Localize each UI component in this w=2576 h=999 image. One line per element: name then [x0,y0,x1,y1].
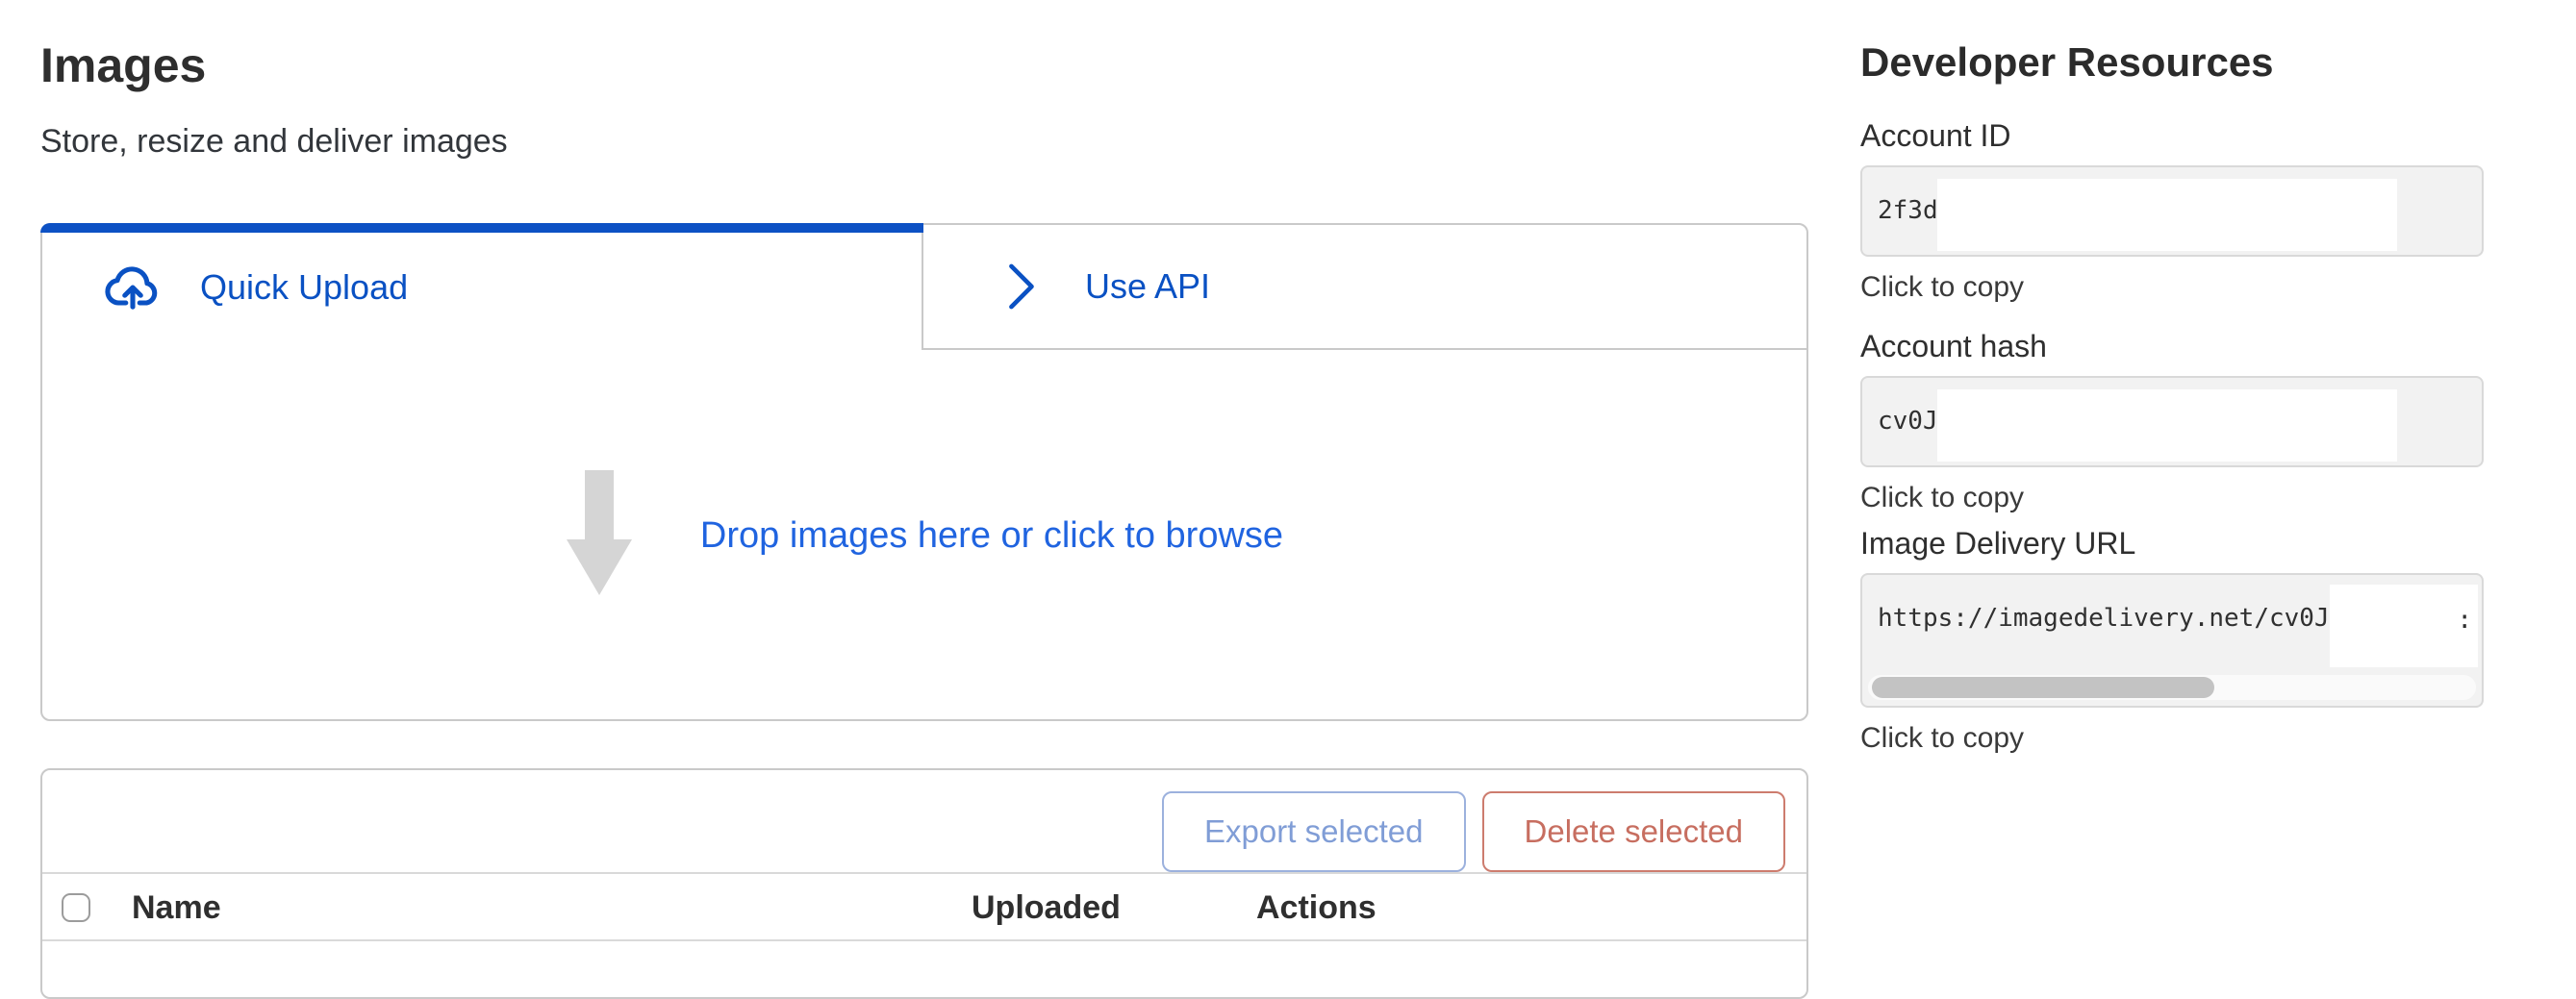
redaction-overlay [1937,179,2397,251]
tab-use-api-label: Use API [1085,266,1210,307]
drop-zone-label: Drop images here or click to browse [700,515,1283,557]
column-header-name: Name [132,889,221,927]
account-hash-label: Account hash [1860,328,2495,364]
export-selected-button[interactable]: Export selected [1162,791,1465,872]
account-id-value-box[interactable]: 2f3d [1860,165,2484,257]
table-toolbar: Export selected Delete selected [42,770,1806,874]
table-header-row: Name Uploaded Actions [42,874,1806,941]
main-column: Images Store, resize and deliver images … [40,0,1808,999]
tab-quick-upload[interactable]: Quick Upload [42,225,922,350]
sidebar-title: Developer Resources [1860,38,2495,87]
arrow-down-icon [566,470,633,602]
horizontal-scrollbar-thumb[interactable] [1872,677,2214,698]
developer-resources-sidebar: Developer Resources Account ID 2f3d Clic… [1860,0,2495,756]
active-tab-accent-bar [40,223,923,233]
tab-row: Quick Upload Use API [42,225,1806,350]
column-header-actions: Actions [1256,889,1376,927]
redacted-url-fragment: : [2457,606,2472,635]
cloud-upload-icon [102,257,164,318]
account-hash-value: cv0J [1878,407,1938,436]
select-all-checkbox[interactable] [62,893,90,922]
horizontal-scrollbar-track[interactable] [1868,675,2476,700]
chevron-right-icon [998,258,1043,315]
account-id-copy-hint: Click to copy [1860,270,2495,305]
image-delivery-url-copy-hint: Click to copy [1860,721,2495,756]
image-delivery-url-value-box[interactable]: https://imagedelivery.net/cv0JS : [1860,573,2484,708]
image-delivery-url-label: Image Delivery URL [1860,525,2495,562]
account-hash-copy-hint: Click to copy [1860,481,2495,515]
column-header-uploaded: Uploaded [972,889,1121,927]
page-title: Images [40,40,1808,90]
tab-use-api[interactable]: Use API [922,225,1806,350]
redaction-overlay [1937,389,2397,462]
image-drop-zone[interactable]: Drop images here or click to browse [42,350,1806,721]
page-subtitle: Store, resize and deliver images [40,123,1808,160]
upload-panel: Quick Upload Use API Drop images here or… [40,223,1808,721]
redaction-overlay [2330,585,2478,667]
image-table-panel: Export selected Delete selected Name Upl… [40,768,1808,999]
account-hash-value-box[interactable]: cv0J [1860,376,2484,467]
tab-quick-upload-label: Quick Upload [200,267,408,308]
account-id-value: 2f3d [1878,196,1938,225]
account-id-label: Account ID [1860,117,2495,154]
image-delivery-url-value: https://imagedelivery.net/cv0JS [1878,604,2344,633]
delete-selected-button[interactable]: Delete selected [1482,791,1785,872]
